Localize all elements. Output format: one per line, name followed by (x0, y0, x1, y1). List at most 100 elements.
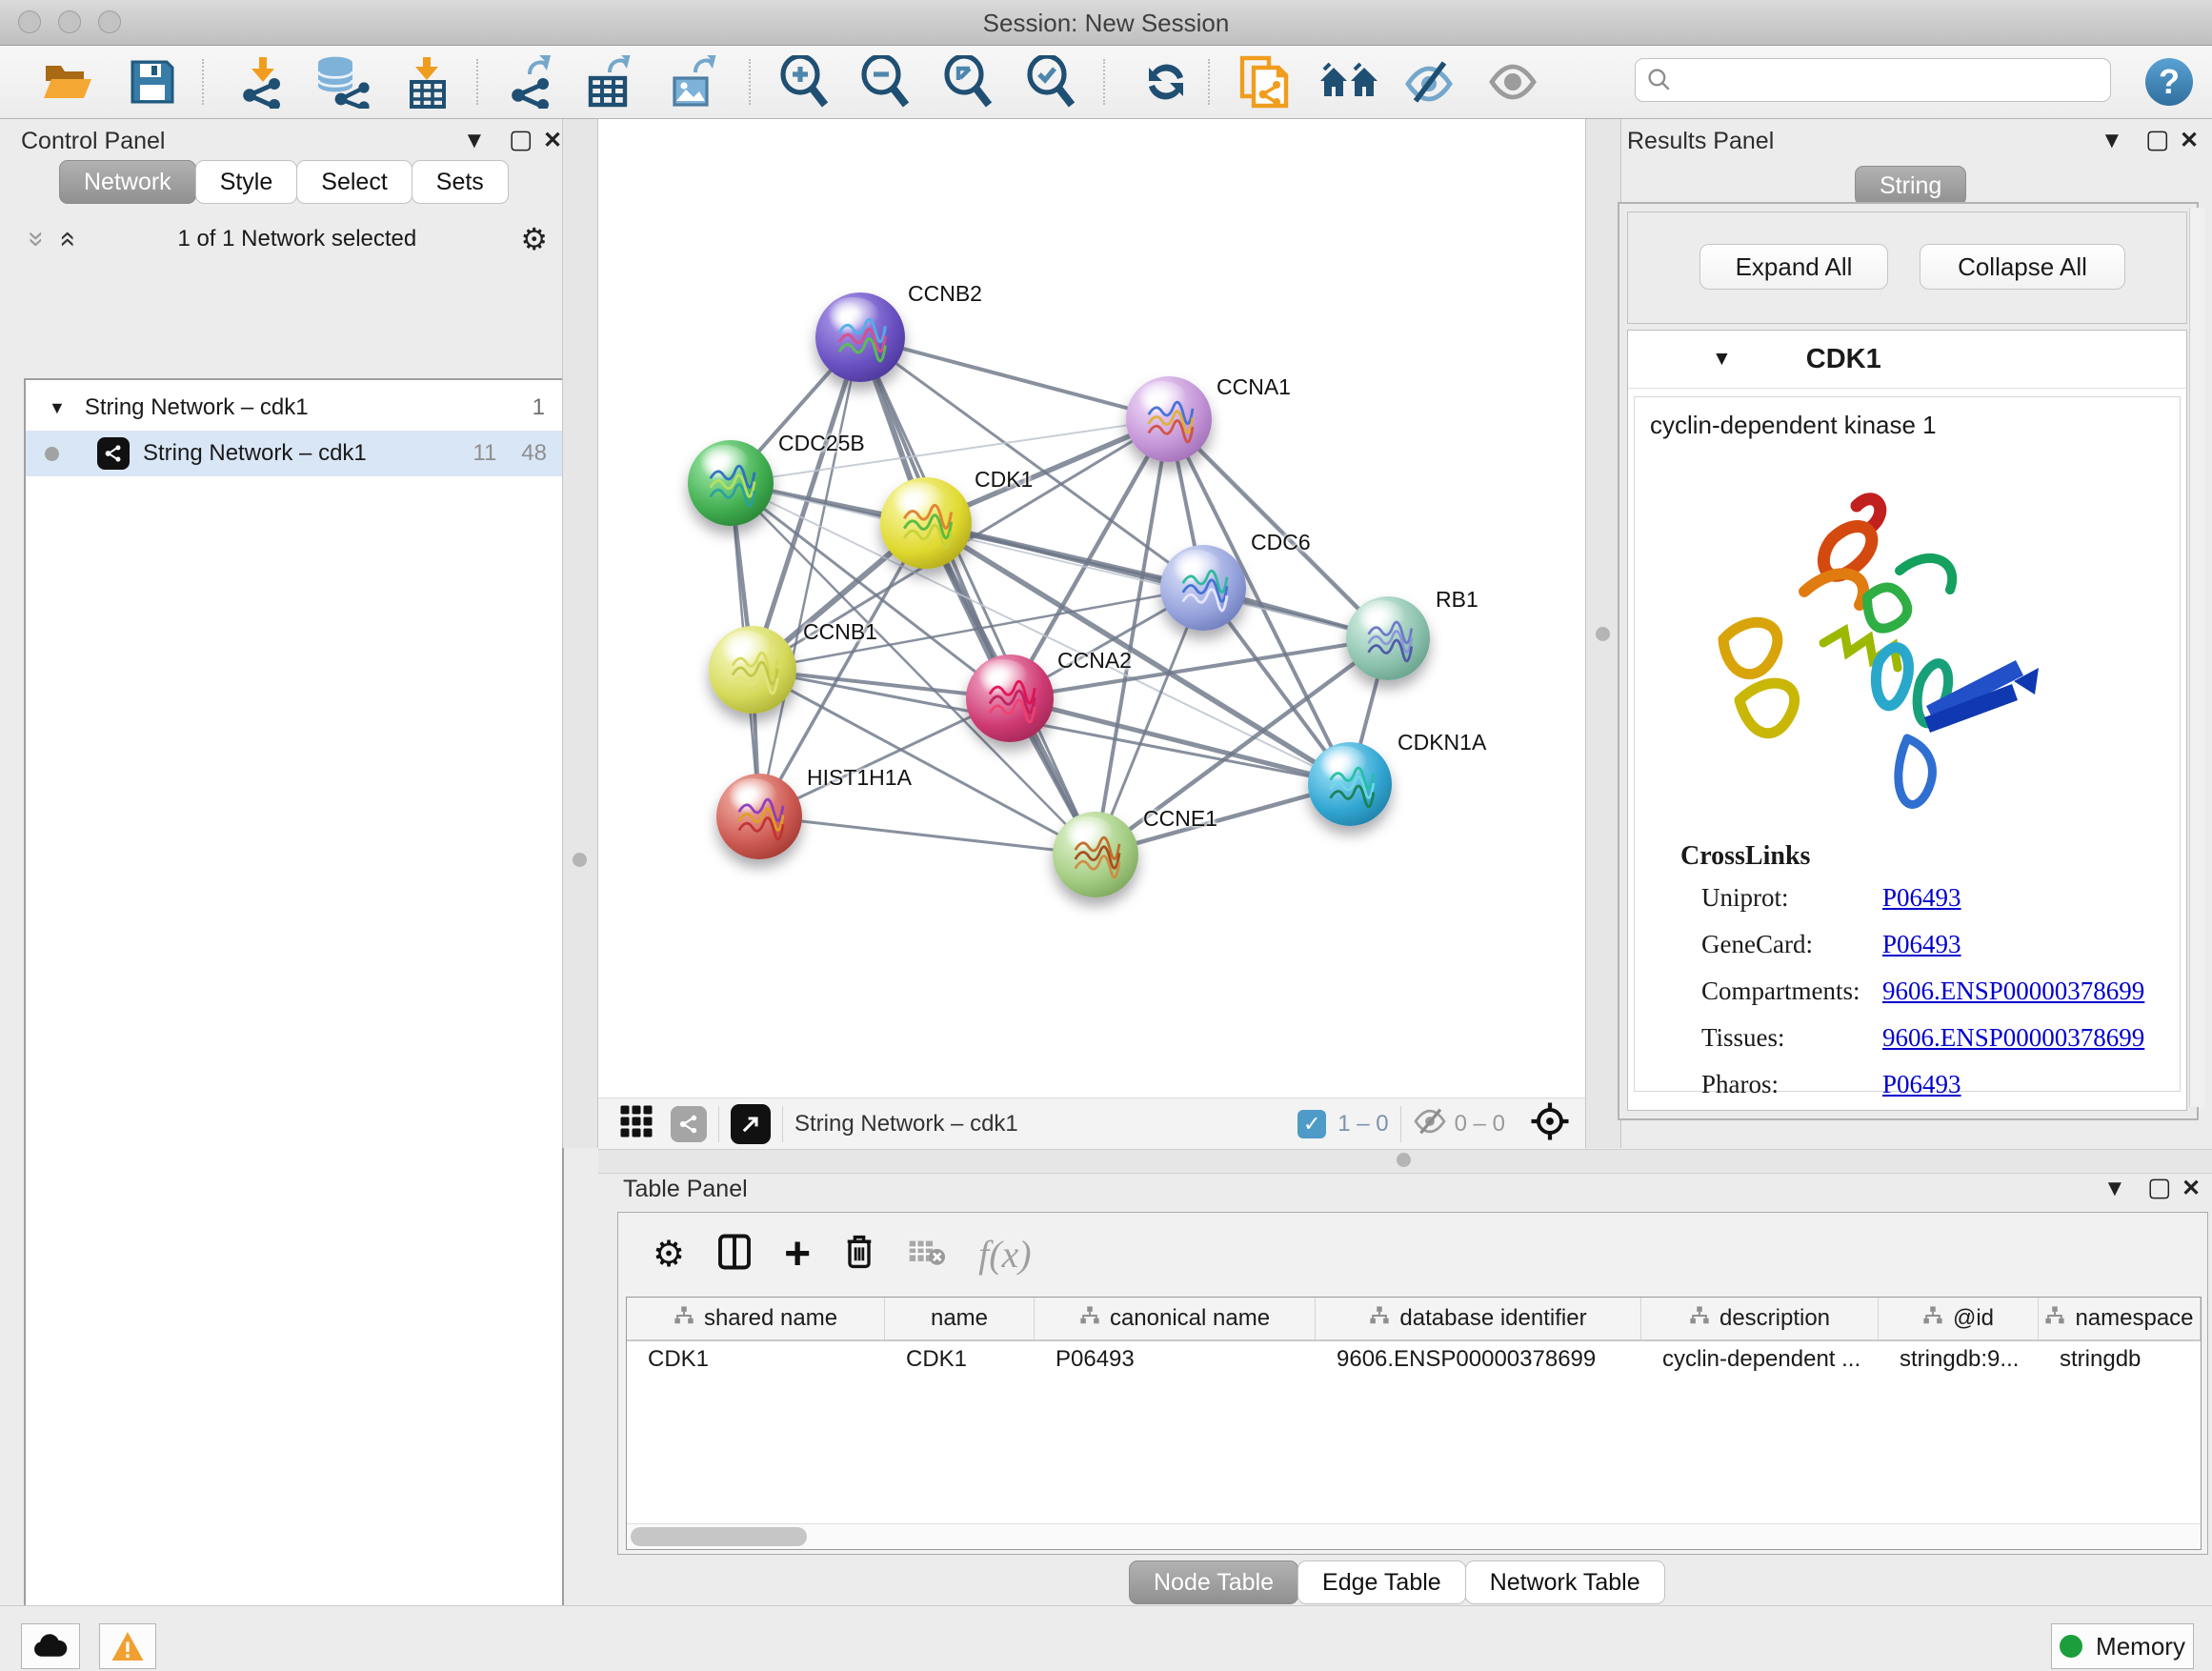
network-node-CDKN1A[interactable] (1308, 742, 1392, 826)
apply-preferred-layout-icon[interactable] (1141, 54, 1191, 110)
detach-view-icon[interactable] (731, 1104, 771, 1144)
import-table-file-icon[interactable] (402, 54, 453, 110)
export-network-icon[interactable] (503, 54, 558, 110)
right-splitter[interactable] (1585, 119, 1621, 1148)
fit-selected-crosshair-icon[interactable] (1530, 1101, 1570, 1146)
column-header-name[interactable]: name (885, 1298, 1035, 1339)
function-builder-icon[interactable]: f(x) (978, 1232, 1032, 1277)
splitter-handle[interactable] (573, 853, 587, 867)
create-column-plus-icon[interactable]: + (784, 1228, 811, 1280)
network-node-CCNB2[interactable] (815, 292, 905, 382)
column-header-@id[interactable]: @id (1879, 1298, 2039, 1339)
network-canvas[interactable]: CCNB2 CCNA1 CDC25B CDK1 CDC6 RB1 CCNB1 C… (598, 119, 1585, 1097)
scrollbar-thumb[interactable] (631, 1527, 807, 1546)
network-edge[interactable] (759, 337, 860, 816)
hide-selected-icon[interactable] (1402, 54, 1456, 110)
export-image-icon[interactable] (665, 54, 720, 110)
show-all-icon[interactable] (1486, 54, 1539, 110)
table-cell[interactable]: cyclin-dependent ... (1641, 1341, 1879, 1378)
control-panel-collapse-icon[interactable]: ▼ (463, 128, 486, 154)
table-options-gear-icon[interactable]: ⚙ (653, 1233, 685, 1276)
network-node-CDC6[interactable] (1160, 545, 1246, 631)
network-node-CCNA1[interactable] (1126, 376, 1212, 462)
warning-button[interactable] (99, 1623, 156, 1669)
selected-checkbox-icon[interactable]: ✓ (1297, 1110, 1326, 1138)
table-panel-float-icon[interactable]: ▢ (2147, 1173, 2172, 1202)
network-edge[interactable] (1010, 698, 1350, 784)
column-header-namespace[interactable]: namespace (2039, 1298, 2201, 1339)
search-input[interactable] (1672, 66, 2110, 94)
tab-select[interactable]: Select (296, 160, 412, 204)
network-node-CCNB1[interactable] (709, 626, 796, 714)
collapse-all-button[interactable]: Collapse All (1920, 244, 2125, 290)
results-panel-float-icon[interactable]: ▢ (2145, 125, 2170, 154)
results-panel-collapse-icon[interactable]: ▼ (2101, 128, 2123, 154)
network-node-HIST1H1A[interactable] (716, 774, 802, 859)
protein-collapse-icon[interactable]: ▼ (1712, 348, 1732, 371)
results-scrollbar[interactable] (2189, 208, 2205, 1107)
crosslink-link[interactable]: P06493 (1882, 883, 1961, 913)
crosslink-link[interactable]: 9606.ENSP00000378699 (1882, 1023, 2144, 1053)
help-button[interactable]: ? (2140, 54, 2199, 110)
tab-sets[interactable]: Sets (412, 160, 509, 204)
zoom-fit-content-icon[interactable] (941, 54, 995, 110)
network-view-share-icon[interactable] (671, 1106, 707, 1142)
crosslink-link[interactable]: P06493 (1882, 930, 1961, 959)
crosslink-link[interactable]: 9606.ENSP00000378699 (1882, 976, 2144, 1006)
table-cell[interactable]: P06493 (1035, 1341, 1316, 1378)
tab-network-table[interactable]: Network Table (1465, 1560, 1665, 1604)
export-table-icon[interactable] (581, 54, 636, 110)
table-cell[interactable]: CDK1 (627, 1341, 885, 1378)
cloud-button[interactable] (21, 1623, 80, 1669)
clone-network-icon[interactable] (1237, 54, 1292, 110)
save-session-icon[interactable] (126, 54, 179, 110)
tab-style[interactable]: Style (195, 160, 298, 204)
expand-all-networks-icon[interactable]: » (51, 232, 80, 248)
memory-button[interactable]: Memory (2051, 1623, 2194, 1669)
network-edge[interactable] (759, 816, 1096, 855)
zoom-out-icon[interactable] (858, 54, 912, 110)
import-network-database-icon[interactable] (311, 54, 373, 110)
tab-network[interactable]: Network (59, 160, 196, 204)
delete-table-icon[interactable] (908, 1237, 946, 1272)
control-panel-close-icon[interactable]: ✕ (543, 127, 562, 154)
table-panel-collapse-icon[interactable]: ▼ (2103, 1176, 2126, 1202)
hidden-eye-icon[interactable] (1413, 1107, 1447, 1140)
column-header-database-identifier[interactable]: database identifier (1316, 1298, 1641, 1339)
network-options-gear-icon[interactable]: ⚙ (520, 221, 548, 257)
control-panel-float-icon[interactable]: ▢ (509, 125, 533, 154)
left-splitter[interactable] (562, 119, 598, 1148)
column-header-shared-name[interactable]: shared name (627, 1298, 885, 1339)
table-cell[interactable]: CDK1 (885, 1341, 1035, 1378)
table-cell[interactable]: stringdb (2039, 1341, 2201, 1378)
results-panel-close-icon[interactable]: ✕ (2180, 127, 2199, 154)
column-header-description[interactable]: description (1641, 1298, 1879, 1339)
tab-string[interactable]: String (1855, 166, 1966, 206)
zoom-in-icon[interactable] (777, 54, 831, 110)
show-column-icon[interactable] (717, 1233, 752, 1276)
collapse-all-networks-icon[interactable]: » (22, 232, 50, 248)
splitter-handle[interactable] (1397, 1153, 1411, 1167)
table-cell[interactable]: 9606.ENSP00000378699 (1316, 1341, 1641, 1378)
crosslink-link[interactable]: P06493 (1882, 1070, 1961, 1099)
grid-view-icon[interactable] (619, 1104, 654, 1143)
network-node-CDC25B[interactable] (688, 440, 774, 526)
network-node-CCNE1[interactable] (1053, 812, 1138, 897)
table-cell[interactable]: stringdb:9... (1879, 1341, 2039, 1378)
open-session-icon[interactable] (38, 54, 99, 110)
zoom-selected-region-icon[interactable] (1024, 54, 1077, 110)
expand-all-button[interactable]: Expand All (1699, 244, 1888, 290)
first-neighbors-icon[interactable] (1315, 54, 1383, 110)
network-edge[interactable] (860, 337, 1169, 419)
protein-header-row[interactable]: ▼ CDK1 (1628, 331, 2186, 389)
delete-column-trash-icon[interactable] (843, 1233, 875, 1276)
tab-edge-table[interactable]: Edge Table (1297, 1560, 1466, 1604)
network-node-CDK1[interactable] (880, 477, 972, 569)
network-row[interactable]: String Network – cdk1 11 48 (26, 431, 562, 476)
table-horizontal-scrollbar[interactable] (627, 1523, 2201, 1549)
table-panel-close-icon[interactable]: ✕ (2182, 1175, 2201, 1202)
network-node-CCNA2[interactable] (966, 654, 1054, 742)
column-header-canonical-name[interactable]: canonical name (1035, 1298, 1316, 1339)
collection-expand-icon[interactable]: ▼ (49, 398, 66, 418)
network-collection-row[interactable]: ▼ String Network – cdk1 1 (26, 385, 562, 431)
